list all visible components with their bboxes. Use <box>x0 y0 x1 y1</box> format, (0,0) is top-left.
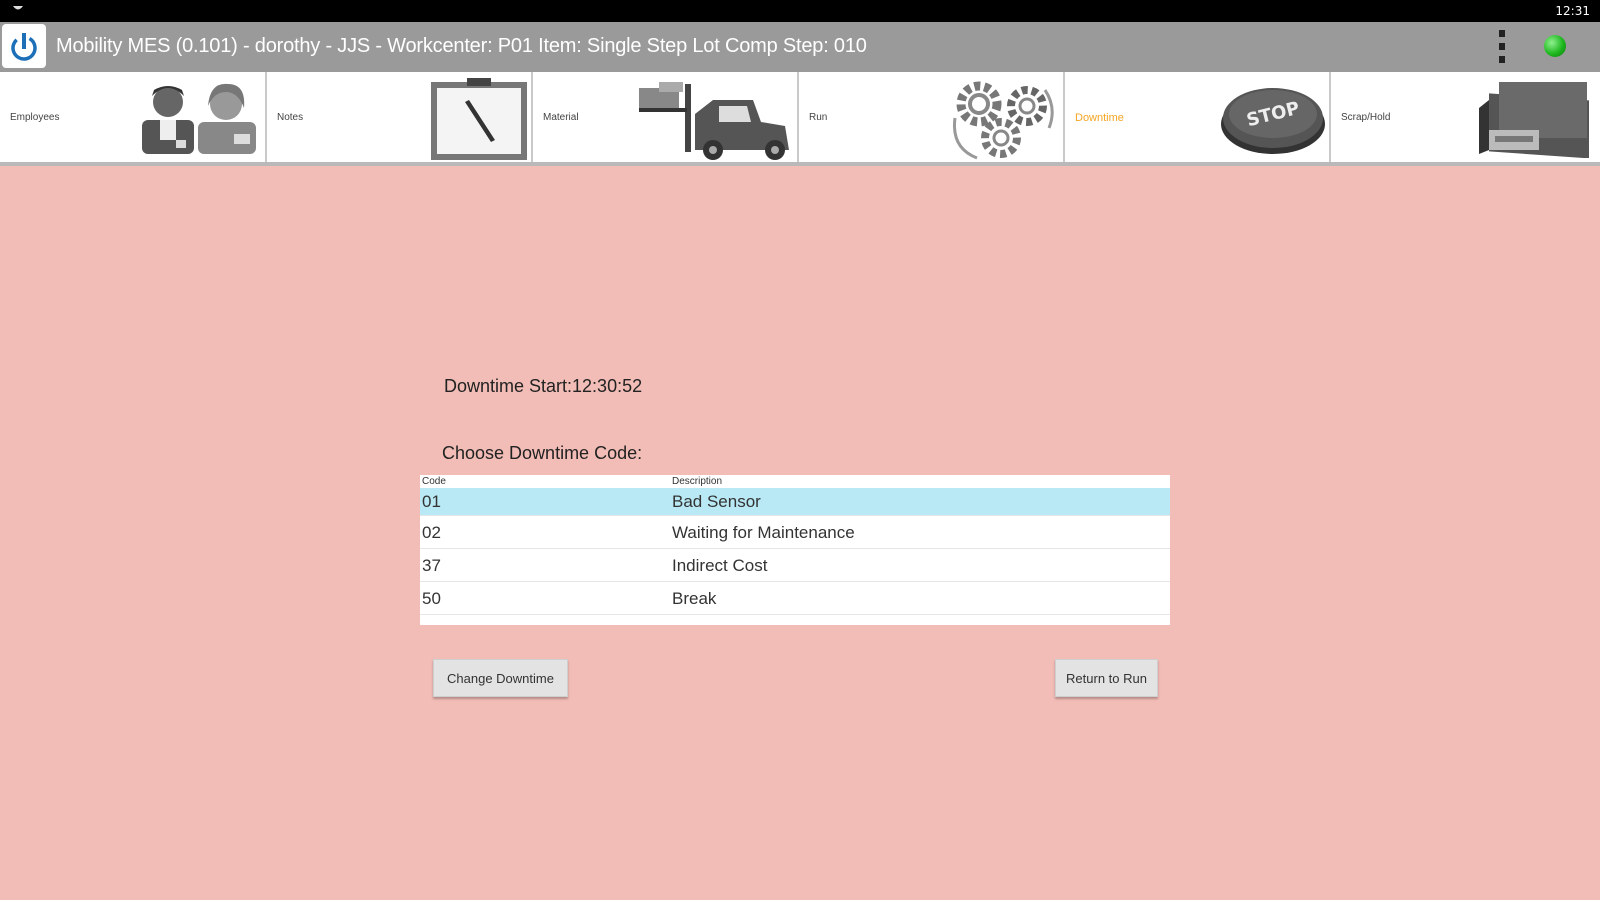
nav-item-label: Run <box>809 112 828 123</box>
nav-item-label: Notes <box>277 112 304 123</box>
nav-item-notes[interactable]: Notes <box>267 72 533 162</box>
nav-item-label: Employees <box>10 112 60 123</box>
change-downtime-button[interactable]: Change Downtime <box>433 659 568 697</box>
scrap-hold-icon <box>1479 82 1589 158</box>
module-nav-bar: Employees Notes Material Run Downtime ST… <box>0 72 1600 166</box>
forklift-icon <box>639 82 789 160</box>
row-description: Waiting for Maintenance <box>672 523 855 542</box>
notification-icon <box>13 6 23 10</box>
gears-icon <box>952 81 1054 160</box>
column-header-code: Code <box>422 476 446 487</box>
employees-icon <box>142 83 256 154</box>
nav-item-material[interactable]: Material <box>533 72 799 162</box>
row-description: Break <box>672 589 717 608</box>
row-code: 02 <box>422 523 441 542</box>
row-description: Indirect Cost <box>672 556 768 575</box>
return-to-run-button[interactable]: Return to Run <box>1055 659 1158 697</box>
nav-item-downtime[interactable]: Downtime STOP <box>1065 72 1331 162</box>
clipboard-icon <box>431 78 527 160</box>
nav-item-employees[interactable]: Employees <box>0 72 267 162</box>
row-code: 50 <box>422 589 441 608</box>
table-row[interactable]: 50 Break <box>420 582 1170 615</box>
system-clock: 12:31 <box>1555 4 1590 18</box>
nav-item-scrap-hold[interactable]: Scrap/Hold <box>1331 72 1600 162</box>
table-row[interactable]: 37 Indirect Cost <box>420 549 1170 582</box>
downtime-start-label: Downtime Start:12:30:52 <box>444 376 643 396</box>
nav-item-label: Downtime <box>1075 112 1124 124</box>
row-code: 37 <box>422 556 441 575</box>
table-row[interactable]: 01 Bad Sensor <box>420 488 1170 516</box>
nav-item-run[interactable]: Run <box>799 72 1065 162</box>
app-logo <box>2 24 46 68</box>
connection-status-icon <box>1544 35 1566 57</box>
app-title-bar: Mobility MES (0.101) - dorothy - JJS - W… <box>0 22 1600 72</box>
row-description: Bad Sensor <box>672 492 761 511</box>
row-code: 01 <box>422 492 441 511</box>
nav-item-label: Material <box>543 112 579 123</box>
nav-item-label: Scrap/Hold <box>1341 112 1391 123</box>
choose-downtime-code-label: Choose Downtime Code: <box>442 443 643 463</box>
downtime-code-table: Code Description 01 Bad Sensor 02 Waitin… <box>420 475 1170 625</box>
system-status-bar: 12:31 <box>0 0 1600 22</box>
stop-button-icon: STOP <box>1221 88 1325 154</box>
mobility-logo-icon <box>11 33 37 61</box>
table-row[interactable]: 02 Waiting for Maintenance <box>420 516 1170 549</box>
column-header-description: Description <box>672 476 723 487</box>
overflow-menu-icon[interactable] <box>1496 27 1508 67</box>
app-title: Mobility MES (0.101) - dorothy - JJS - W… <box>56 35 867 57</box>
table-header: Code Description <box>420 475 1170 488</box>
